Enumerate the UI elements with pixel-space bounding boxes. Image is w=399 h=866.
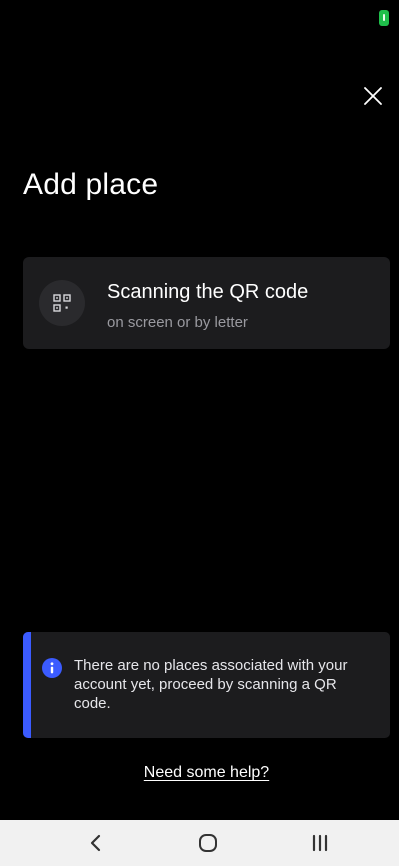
recents-button[interactable]	[290, 820, 350, 866]
page-title: Add place	[23, 168, 159, 201]
status-bar	[0, 0, 399, 30]
scan-option-title: Scanning the QR code	[107, 281, 309, 303]
close-icon	[364, 87, 382, 105]
back-button[interactable]	[66, 820, 126, 866]
info-icon	[42, 658, 62, 678]
qr-icon-badge	[39, 280, 85, 326]
battery-icon	[379, 10, 389, 26]
scan-qr-option[interactable]: Scanning the QR code on screen or by let…	[23, 257, 390, 349]
qr-code-icon	[53, 294, 71, 312]
info-accent-bar	[23, 632, 31, 738]
info-message: There are no places associated with your…	[74, 657, 348, 712]
back-icon	[90, 834, 101, 852]
info-banner: There are no places associated with your…	[23, 632, 390, 738]
home-button[interactable]	[178, 820, 238, 866]
system-nav-bar	[0, 820, 399, 866]
scan-option-subtitle: on screen or by letter	[107, 314, 248, 331]
help-link[interactable]: Need some help?	[0, 764, 399, 782]
close-button[interactable]	[359, 82, 387, 110]
recents-icon	[312, 834, 328, 852]
home-icon	[199, 834, 217, 852]
